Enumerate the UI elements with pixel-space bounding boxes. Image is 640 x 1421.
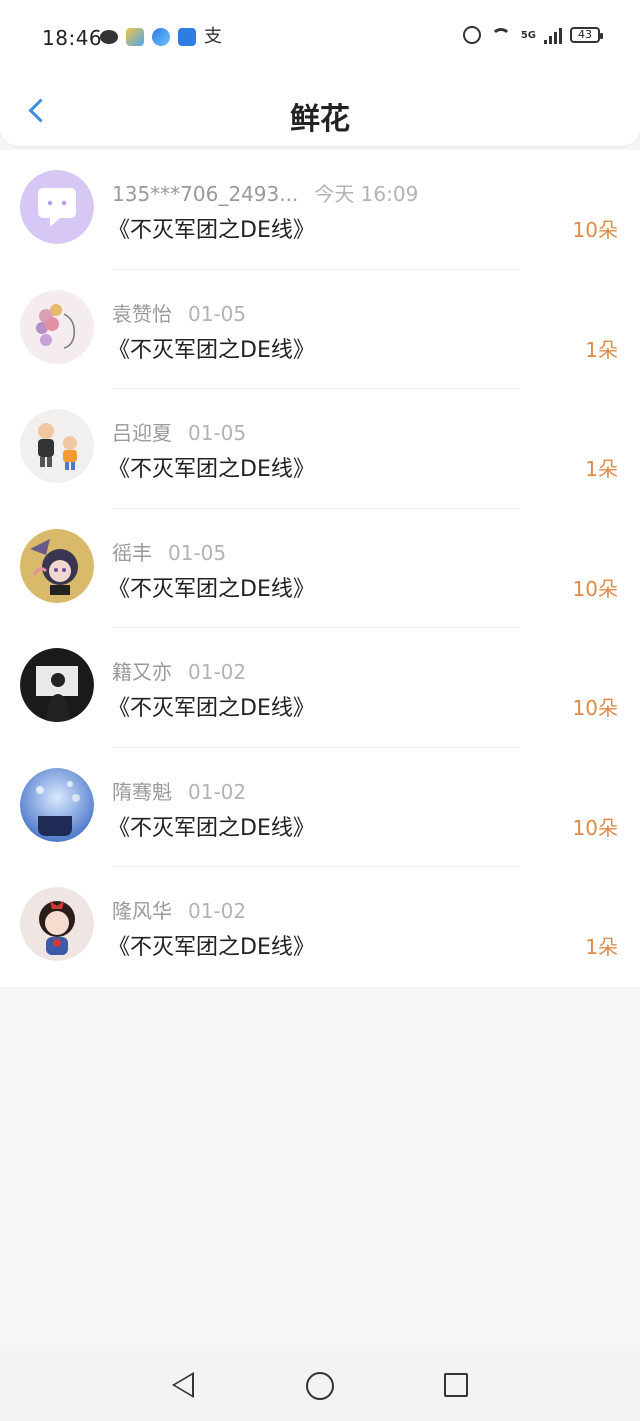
date: 今天 16:09 (314, 182, 419, 206)
list-item[interactable]: 隋骞魁 01-02 《不灭军团之DE线》 10朵 (0, 748, 640, 867)
alarm-icon (462, 26, 481, 44)
status-bar: 18:46 支 5G 43 (0, 0, 640, 76)
book-title: 《不灭军团之DE线》 (108, 815, 315, 841)
app-notification-icon (126, 28, 144, 46)
navigation-bar: 鲜花 (0, 76, 640, 146)
list-item[interactable]: 135***706_2493... 今天 16:09 《不灭军团之DE线》 10朵 (0, 150, 640, 270)
date: 01-02 (188, 779, 247, 804)
app-store-icon (178, 28, 196, 46)
user-name: 徭丰 (112, 540, 152, 565)
flower-girl-avatar[interactable] (20, 289, 94, 364)
name-line: 隋骞魁 01-02 (112, 776, 246, 805)
name-line: 袁赞怡 01-05 (112, 298, 246, 327)
list-item[interactable]: 徭丰 01-05 《不灭军团之DE线》 10朵 (0, 509, 640, 628)
name-line: 徭丰 01-05 (112, 537, 226, 566)
user-name: 135***706_2493... (112, 182, 299, 206)
anime-character-avatar[interactable] (20, 528, 94, 603)
silhouette-avatar[interactable] (20, 648, 94, 722)
name-line: 籍又亦 01-02 (112, 656, 246, 685)
cartoon-girl-avatar[interactable] (20, 887, 94, 961)
network-label: 5G (520, 29, 536, 41)
list-item[interactable]: 籍又亦 01-02 《不灭军团之DE线》 10朵 (0, 628, 640, 748)
date: 01-05 (168, 540, 227, 565)
flower-amount: 10朵 (572, 696, 618, 720)
page-title: 鲜花 (290, 102, 350, 137)
alipay-icon: 支 (204, 26, 222, 47)
flower-amount: 10朵 (572, 576, 618, 601)
wechat-icon (100, 30, 118, 44)
book-title: 《不灭军团之DE线》 (108, 218, 315, 243)
flower-amount: 10朵 (572, 218, 618, 242)
system-navigation-bar (0, 1351, 640, 1421)
name-line: 隆风华 01-02 (112, 895, 246, 924)
date: 01-05 (188, 421, 247, 445)
browser-icon (152, 28, 170, 46)
flower-amount: 10朵 (572, 815, 618, 840)
flower-amount: 1朵 (585, 457, 618, 481)
name-line: 吕迎夏 01-05 (112, 417, 246, 446)
user-name: 隋骞魁 (112, 779, 172, 804)
flower-amount: 1朵 (585, 935, 618, 959)
date: 01-02 (188, 660, 247, 684)
wifi-icon (489, 26, 513, 44)
book-title: 《不灭军团之DE线》 (108, 576, 315, 602)
nav-recents-icon[interactable] (444, 1373, 468, 1397)
cup-bokeh-avatar[interactable] (20, 767, 94, 842)
battery-icon: 43 (570, 27, 603, 43)
user-name: 吕迎夏 (112, 421, 172, 445)
date: 01-05 (188, 301, 247, 326)
cartoon-kids-avatar[interactable] (20, 409, 94, 483)
book-title: 《不灭军团之DE线》 (108, 696, 315, 721)
signal-icon (544, 26, 562, 44)
flower-amount: 1朵 (585, 337, 618, 362)
book-title: 《不灭军团之DE线》 (108, 337, 315, 363)
top-bar: 18:46 支 5G 43 鲜花 (0, 0, 640, 146)
date: 01-02 (188, 899, 247, 923)
nav-back-icon[interactable] (172, 1372, 194, 1398)
chat-bubble-avatar[interactable] (20, 170, 94, 244)
status-time: 18:46 (42, 26, 103, 50)
nav-home-icon[interactable] (306, 1372, 334, 1400)
list-item[interactable]: 吕迎夏 01-05 《不灭军团之DE线》 1朵 (0, 389, 640, 509)
list-item[interactable]: 袁赞怡 01-05 《不灭军团之DE线》 1朵 (0, 270, 640, 389)
book-title: 《不灭军团之DE线》 (108, 457, 315, 482)
status-indicators: 5G 43 (462, 26, 603, 44)
notification-icons: 支 (100, 28, 222, 46)
user-name: 隆风华 (112, 899, 172, 923)
name-line: 135***706_2493... 今天 16:09 (112, 178, 418, 207)
user-name: 籍又亦 (112, 660, 172, 684)
book-title: 《不灭军团之DE线》 (108, 935, 315, 960)
user-name: 袁赞怡 (112, 301, 172, 326)
list-item[interactable]: 隆风华 01-02 《不灭军团之DE线》 1朵 (0, 867, 640, 987)
flower-list: 135***706_2493... 今天 16:09 《不灭军团之DE线》 10朵… (0, 150, 640, 987)
